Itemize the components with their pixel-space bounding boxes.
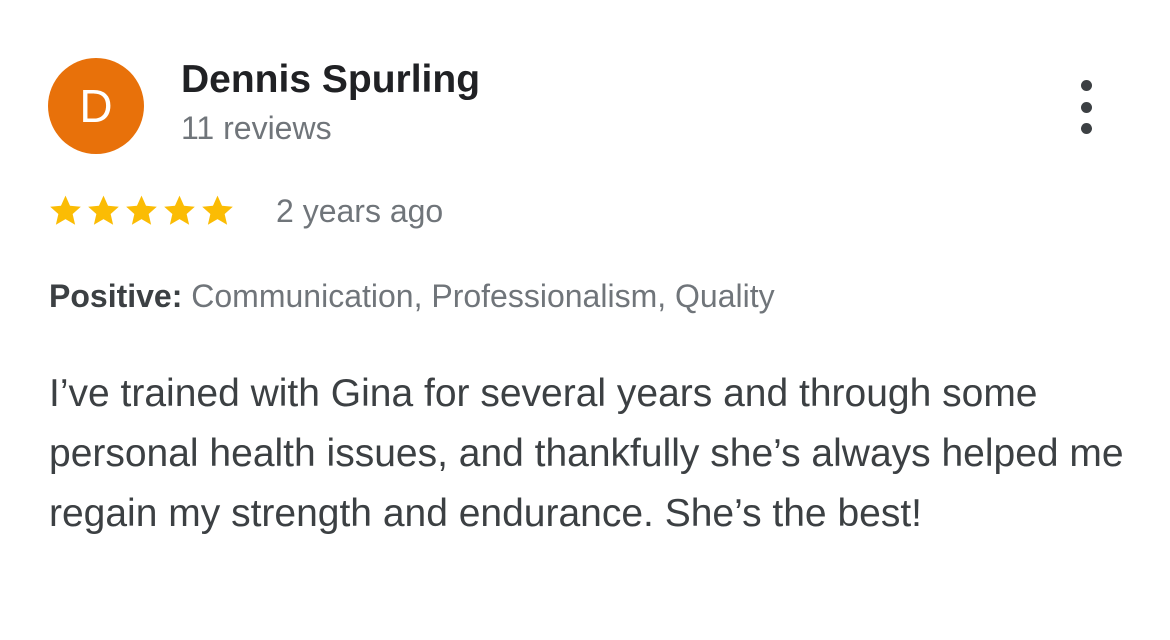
review-time: 2 years ago	[276, 193, 444, 229]
star-icon	[202, 195, 233, 225]
avatar-initial: D	[79, 80, 113, 132]
more-options-button[interactable]	[1062, 76, 1110, 138]
review-card: D Dennis Spurling 11 reviews 2 years ago…	[0, 0, 1170, 640]
reviewer-review-count: 11 reviews	[181, 110, 332, 146]
avatar[interactable]: D	[48, 58, 144, 154]
star-icon	[50, 195, 81, 225]
star-icon	[88, 195, 119, 225]
review-attributes: Positive: Communication, Professionalism…	[49, 278, 775, 315]
review-text: I’ve trained with Gina for several years…	[49, 372, 1124, 535]
star-icon	[164, 195, 195, 225]
star-rating	[48, 193, 235, 228]
attributes-values: Communication, Professionalism, Quality	[191, 278, 775, 314]
more-vert-icon-dot	[1080, 101, 1092, 113]
reviewer-name[interactable]: Dennis Spurling	[181, 58, 480, 102]
more-vert-icon-dot	[1080, 80, 1092, 91]
star-icon	[126, 195, 157, 225]
more-vert-icon-dot	[1080, 123, 1092, 134]
attributes-label: Positive:	[49, 278, 183, 314]
